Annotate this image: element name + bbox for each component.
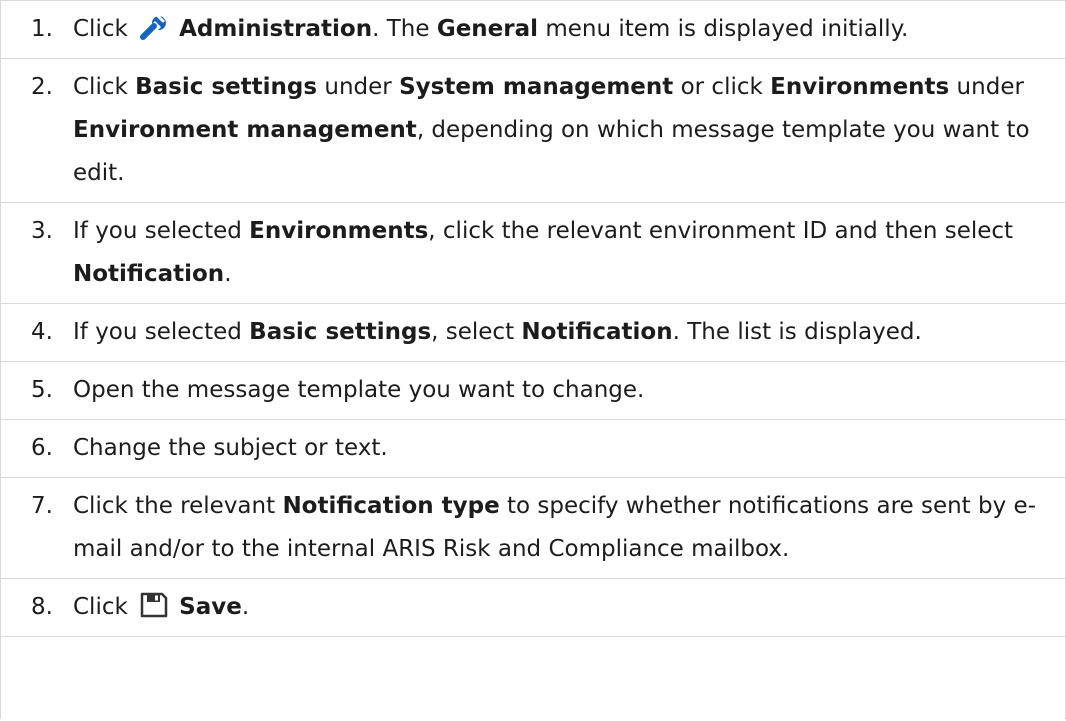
ui-term: Environments	[770, 74, 950, 100]
ui-term: Administration	[179, 16, 373, 42]
step-text-segment: . The list is displayed.	[672, 319, 922, 345]
step-text-segment: or click	[673, 74, 771, 100]
ui-term: System management	[399, 74, 674, 100]
step-text: Click Save.	[73, 586, 1065, 629]
step-text-segment: , click the relevant environment ID and …	[428, 218, 1014, 244]
step-text: Click the relevant Notification type to …	[73, 485, 1065, 571]
ui-term: Environment management	[73, 117, 417, 143]
step-text-segment: Click	[73, 74, 136, 100]
step-number: 4.	[31, 319, 53, 345]
step-text-segment: .	[224, 261, 232, 287]
step-text: Change the subject or text.	[73, 427, 1065, 470]
step-text-segment: If you selected	[73, 218, 250, 244]
step-text: Click Administration. The General menu i…	[73, 8, 1065, 51]
step-text-segment: Open the message template you want to ch…	[73, 377, 645, 403]
step-item: 5. Open the message template you want to …	[1, 362, 1065, 420]
step-text: If you selected Environments, click the …	[73, 210, 1065, 296]
ui-term: Save	[179, 594, 242, 620]
step-number: 8.	[31, 594, 53, 620]
step-item: 6. Change the subject or text.	[1, 420, 1065, 478]
step-text-segment: under	[949, 74, 1024, 100]
ui-term: Notification	[521, 319, 673, 345]
ui-term: Notification type	[282, 493, 500, 519]
step-text-segment: Click the relevant	[73, 493, 283, 519]
procedure-steps-list: 1. Click Administration. The General menu…	[1, 0, 1065, 637]
step-number: 5.	[31, 377, 53, 403]
step-text-segment: Change the subject or text.	[73, 435, 388, 461]
step-text-segment: under	[317, 74, 400, 100]
step-text: Open the message template you want to ch…	[73, 369, 1065, 412]
wrench-icon	[139, 13, 169, 41]
step-text: Click Basic settings under System manage…	[73, 66, 1065, 195]
ui-term: Basic settings	[135, 74, 318, 100]
step-text-segment: .	[241, 594, 250, 620]
step-item: 7. Click the relevant Notification type t…	[1, 478, 1065, 579]
step-item: 8. Click Save.	[1, 579, 1065, 637]
step-number: 2.	[31, 74, 53, 100]
step-item: 1. Click Administration. The General menu…	[1, 0, 1065, 59]
step-text: If you selected Basic settings, select N…	[73, 311, 1065, 354]
step-text-segment: , select	[431, 319, 522, 345]
step-text-segment: . The	[372, 16, 437, 42]
ui-term: General	[436, 16, 539, 42]
step-number: 7.	[31, 493, 53, 519]
step-text-segment: Click	[73, 594, 136, 620]
step-text-segment: Click	[73, 16, 136, 42]
ui-term: Environments	[249, 218, 429, 244]
step-number: 6.	[31, 435, 53, 461]
ui-term: Notification	[73, 261, 225, 287]
step-item: 2. Click Basic settings under System mana…	[1, 59, 1065, 203]
ui-term: Basic settings	[249, 319, 432, 345]
step-text-segment: menu item is displayed initially.	[538, 16, 909, 42]
step-number: 3.	[31, 218, 53, 244]
save-icon	[139, 591, 169, 619]
step-number: 1.	[31, 16, 53, 42]
step-item: 4. If you selected Basic settings, select…	[1, 304, 1065, 362]
step-item: 3. If you selected Environments, click th…	[1, 203, 1065, 304]
step-text-segment: If you selected	[73, 319, 250, 345]
